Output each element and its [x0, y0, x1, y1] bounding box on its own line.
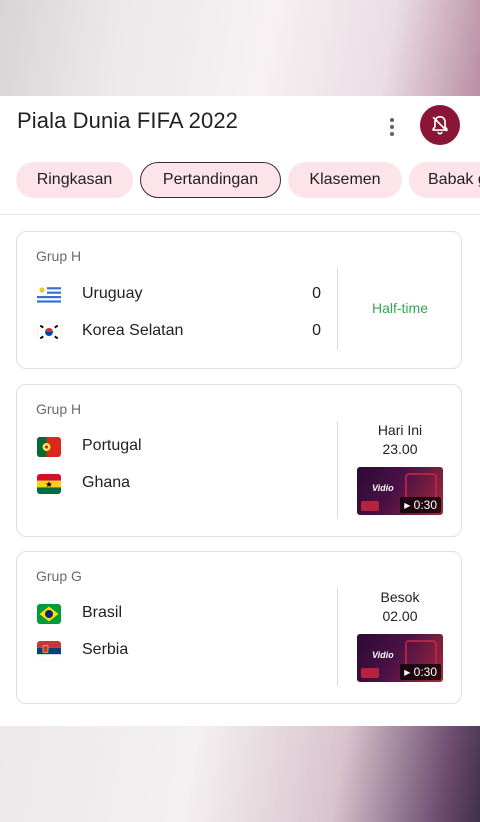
more-options-icon[interactable]: [382, 114, 402, 140]
team-name: Korea Selatan: [82, 322, 184, 339]
team-row-home: Brasil: [37, 601, 327, 629]
match-time: 02.00: [382, 608, 418, 624]
team-name: Uruguay: [82, 285, 143, 302]
team-row-home: Portugal: [37, 434, 327, 462]
divider: [337, 268, 338, 350]
match-time: 23.00: [382, 441, 418, 457]
tab-label: Klasemen: [309, 171, 381, 188]
ghana-flag-icon: [37, 474, 61, 494]
divider: [0, 214, 480, 215]
play-icon: ▸: [404, 498, 414, 512]
bell-plus-icon: [432, 115, 448, 135]
video-thumbnail[interactable]: Vidio ▸ 0:30: [357, 467, 443, 515]
card-header: Piala Dunia FIFA 2022: [0, 96, 480, 158]
divider: [337, 421, 338, 519]
team-row-away: Korea Selatan 0: [37, 319, 327, 347]
south-korea-flag-icon: [37, 322, 61, 342]
tab-label: Babak gugur: [428, 171, 480, 188]
match-day: Besok: [380, 589, 420, 605]
tab-label: Pertandingan: [162, 171, 259, 188]
duration-text: 0:30: [413, 498, 437, 512]
group-label: Grup H: [36, 401, 82, 417]
tab-label: Ringkasan: [36, 171, 113, 188]
team-row-away: Ghana: [37, 471, 327, 499]
tab-ringkasan[interactable]: Ringkasan: [16, 162, 133, 198]
decorative-shape: [361, 668, 379, 678]
match-day: Hari Ini: [377, 422, 423, 438]
match-card[interactable]: Grup H Uruguay 0 Korea Selatan 0 Half-ti…: [16, 231, 462, 369]
blurred-background-bottom: [0, 726, 480, 822]
team-name: Serbia: [82, 641, 129, 658]
team-score: 0: [312, 285, 321, 302]
team-name: Brasil: [82, 604, 123, 621]
uruguay-flag-icon: [37, 285, 61, 305]
brazil-flag-icon: [37, 604, 61, 624]
decorative-shape: [361, 501, 379, 511]
notification-button[interactable]: [420, 105, 460, 145]
video-duration: ▸ 0:30: [400, 664, 441, 680]
serbia-flag-icon: [37, 641, 61, 661]
team-row-away: Serbia: [37, 638, 327, 666]
blurred-background-top: [0, 0, 480, 96]
video-duration: ▸ 0:30: [400, 497, 441, 513]
play-icon: ▸: [404, 665, 414, 679]
match-card[interactable]: Grup H Portugal Ghana Hari Ini 23.00 Vid…: [16, 384, 462, 537]
team-name: Portugal: [82, 437, 142, 454]
team-score: 0: [312, 322, 321, 339]
duration-text: 0:30: [413, 665, 437, 679]
portugal-flag-icon: [37, 437, 61, 457]
divider: [337, 588, 338, 686]
page-title: Piala Dunia FIFA 2022: [17, 108, 239, 133]
tab-babak-gugur[interactable]: Babak gugur: [409, 162, 480, 198]
video-thumbnail[interactable]: Vidio ▸ 0:30: [357, 634, 443, 682]
sports-card: Piala Dunia FIFA 2022 Ringkasan Pertandi…: [0, 96, 480, 726]
video-brand: Vidio: [372, 483, 394, 493]
match-card[interactable]: Grup G Brasil Serbia Besok 02.00 Vidio ▸…: [16, 551, 462, 704]
match-status: Half-time: [371, 300, 428, 316]
team-name: Ghana: [82, 474, 131, 491]
group-label: Grup G: [36, 568, 82, 584]
team-row-home: Uruguay 0: [37, 282, 327, 310]
tab-pertandingan[interactable]: Pertandingan: [140, 162, 281, 198]
video-brand: Vidio: [372, 650, 394, 660]
tab-bar: Ringkasan Pertandingan Klasemen Babak gu…: [0, 160, 480, 200]
tab-klasemen[interactable]: Klasemen: [288, 162, 402, 198]
group-label: Grup H: [36, 248, 82, 264]
